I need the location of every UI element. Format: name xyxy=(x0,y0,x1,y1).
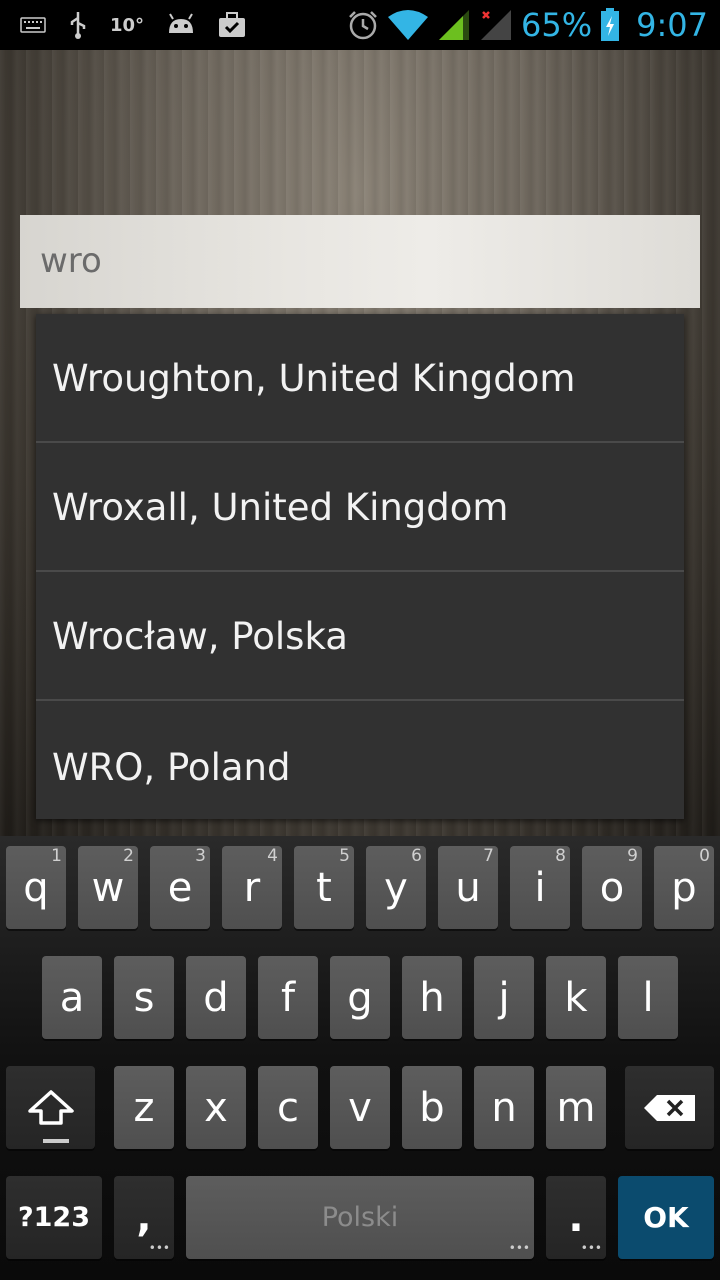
backspace-key[interactable] xyxy=(625,1066,714,1149)
key-label: b xyxy=(419,1084,445,1131)
key-i[interactable]: 8i xyxy=(510,846,570,929)
key-label: c xyxy=(277,1084,299,1131)
suggestion-label: Wroxall, United Kingdom xyxy=(52,486,509,529)
key-label: f xyxy=(280,974,296,1021)
key-e[interactable]: 3e xyxy=(150,846,210,929)
key-label: k xyxy=(564,974,588,1021)
alarm-icon xyxy=(347,9,379,41)
key-v[interactable]: v xyxy=(330,1066,390,1149)
key-label: y xyxy=(384,864,408,911)
key-f[interactable]: f xyxy=(258,956,318,1039)
key-u[interactable]: 7u xyxy=(438,846,498,929)
suggestion-item[interactable]: Wrocław, Polska xyxy=(36,572,684,701)
key-label: l xyxy=(642,974,654,1021)
suggestion-label: Wrocław, Polska xyxy=(52,615,348,658)
suggestion-item[interactable]: Wroughton, United Kingdom xyxy=(36,314,684,443)
key-x[interactable]: x xyxy=(186,1066,246,1149)
key-c[interactable]: c xyxy=(258,1066,318,1149)
shift-icon xyxy=(6,1066,95,1149)
keyboard-icon xyxy=(20,17,46,33)
key-label: ?123 xyxy=(17,1202,91,1233)
search-input[interactable]: wro xyxy=(20,215,700,308)
soft-keyboard: 1q 2w 3e 4r 5t 6y 7u 8i 9o 0p a s d f g … xyxy=(0,836,720,1280)
key-q[interactable]: 1q xyxy=(6,846,66,929)
key-p[interactable]: 0p xyxy=(654,846,714,929)
key-label: OK xyxy=(643,1201,689,1234)
key-n[interactable]: n xyxy=(474,1066,534,1149)
period-key[interactable]: . ••• xyxy=(546,1176,606,1259)
key-d[interactable]: d xyxy=(186,956,246,1039)
key-label: z xyxy=(133,1084,155,1131)
key-label: v xyxy=(348,1084,372,1131)
usb-icon xyxy=(68,10,88,40)
key-k[interactable]: k xyxy=(546,956,606,1039)
key-label: q xyxy=(23,864,49,911)
key-label: x xyxy=(204,1084,228,1131)
key-b[interactable]: b xyxy=(402,1066,462,1149)
key-g[interactable]: g xyxy=(330,956,390,1039)
more-keys-dots: ••• xyxy=(148,1241,170,1255)
status-bar: 10° 65% 9:07 xyxy=(0,0,720,50)
symbols-key[interactable]: ?123 xyxy=(6,1176,102,1259)
key-z[interactable]: z xyxy=(114,1066,174,1149)
suggestion-dropdown: Wroughton, United Kingdom Wroxall, Unite… xyxy=(36,314,684,819)
key-label: g xyxy=(347,974,373,1021)
briefcase-check-icon xyxy=(218,12,246,38)
comma-key[interactable]: , ••• xyxy=(114,1176,174,1259)
key-r[interactable]: 4r xyxy=(222,846,282,929)
key-label: Polski xyxy=(321,1202,399,1233)
more-keys-dots: ••• xyxy=(508,1241,530,1255)
key-o[interactable]: 9o xyxy=(582,846,642,929)
key-s[interactable]: s xyxy=(114,956,174,1039)
key-label: t xyxy=(316,864,332,911)
key-label: d xyxy=(203,974,229,1021)
android-icon xyxy=(166,13,196,37)
key-h[interactable]: h xyxy=(402,956,462,1039)
battery-charging-icon xyxy=(600,8,620,42)
key-label: j xyxy=(498,974,510,1021)
battery-percent: 65% xyxy=(521,6,593,44)
key-label: i xyxy=(534,864,546,911)
key-label: m xyxy=(556,1084,596,1131)
search-input-value: wro xyxy=(40,241,102,281)
key-a[interactable]: a xyxy=(42,956,102,1039)
key-label: h xyxy=(419,974,445,1021)
no-signal-icon xyxy=(479,8,513,42)
backspace-icon xyxy=(625,1066,714,1149)
key-t[interactable]: 5t xyxy=(294,846,354,929)
key-label: e xyxy=(167,864,193,911)
signal-icon xyxy=(437,8,471,42)
key-w[interactable]: 2w xyxy=(78,846,138,929)
key-m[interactable]: m xyxy=(546,1066,606,1149)
key-label: o xyxy=(599,864,625,911)
suggestion-item[interactable]: Wroxall, United Kingdom xyxy=(36,443,684,572)
shift-key[interactable] xyxy=(6,1066,95,1149)
key-label: w xyxy=(91,864,125,911)
ok-key[interactable]: OK xyxy=(618,1176,714,1259)
suggestion-label: WRO, Poland xyxy=(52,746,291,789)
key-label: r xyxy=(243,864,261,911)
suggestion-label: Wroughton, United Kingdom xyxy=(52,357,576,400)
suggestion-item[interactable]: WRO, Poland xyxy=(36,701,684,819)
temperature-text: 10° xyxy=(110,14,145,36)
key-label: s xyxy=(133,974,155,1021)
key-l[interactable]: l xyxy=(618,956,678,1039)
shift-indicator xyxy=(43,1139,69,1143)
more-keys-dots: ••• xyxy=(580,1241,602,1255)
key-label: u xyxy=(455,864,481,911)
wifi-icon xyxy=(387,9,429,41)
space-key[interactable]: Polski ••• xyxy=(186,1176,534,1259)
key-label: a xyxy=(59,974,85,1021)
key-y[interactable]: 6y xyxy=(366,846,426,929)
key-label: n xyxy=(491,1084,517,1131)
key-j[interactable]: j xyxy=(474,956,534,1039)
key-label: p xyxy=(671,864,697,911)
clock: 9:07 xyxy=(636,6,708,44)
